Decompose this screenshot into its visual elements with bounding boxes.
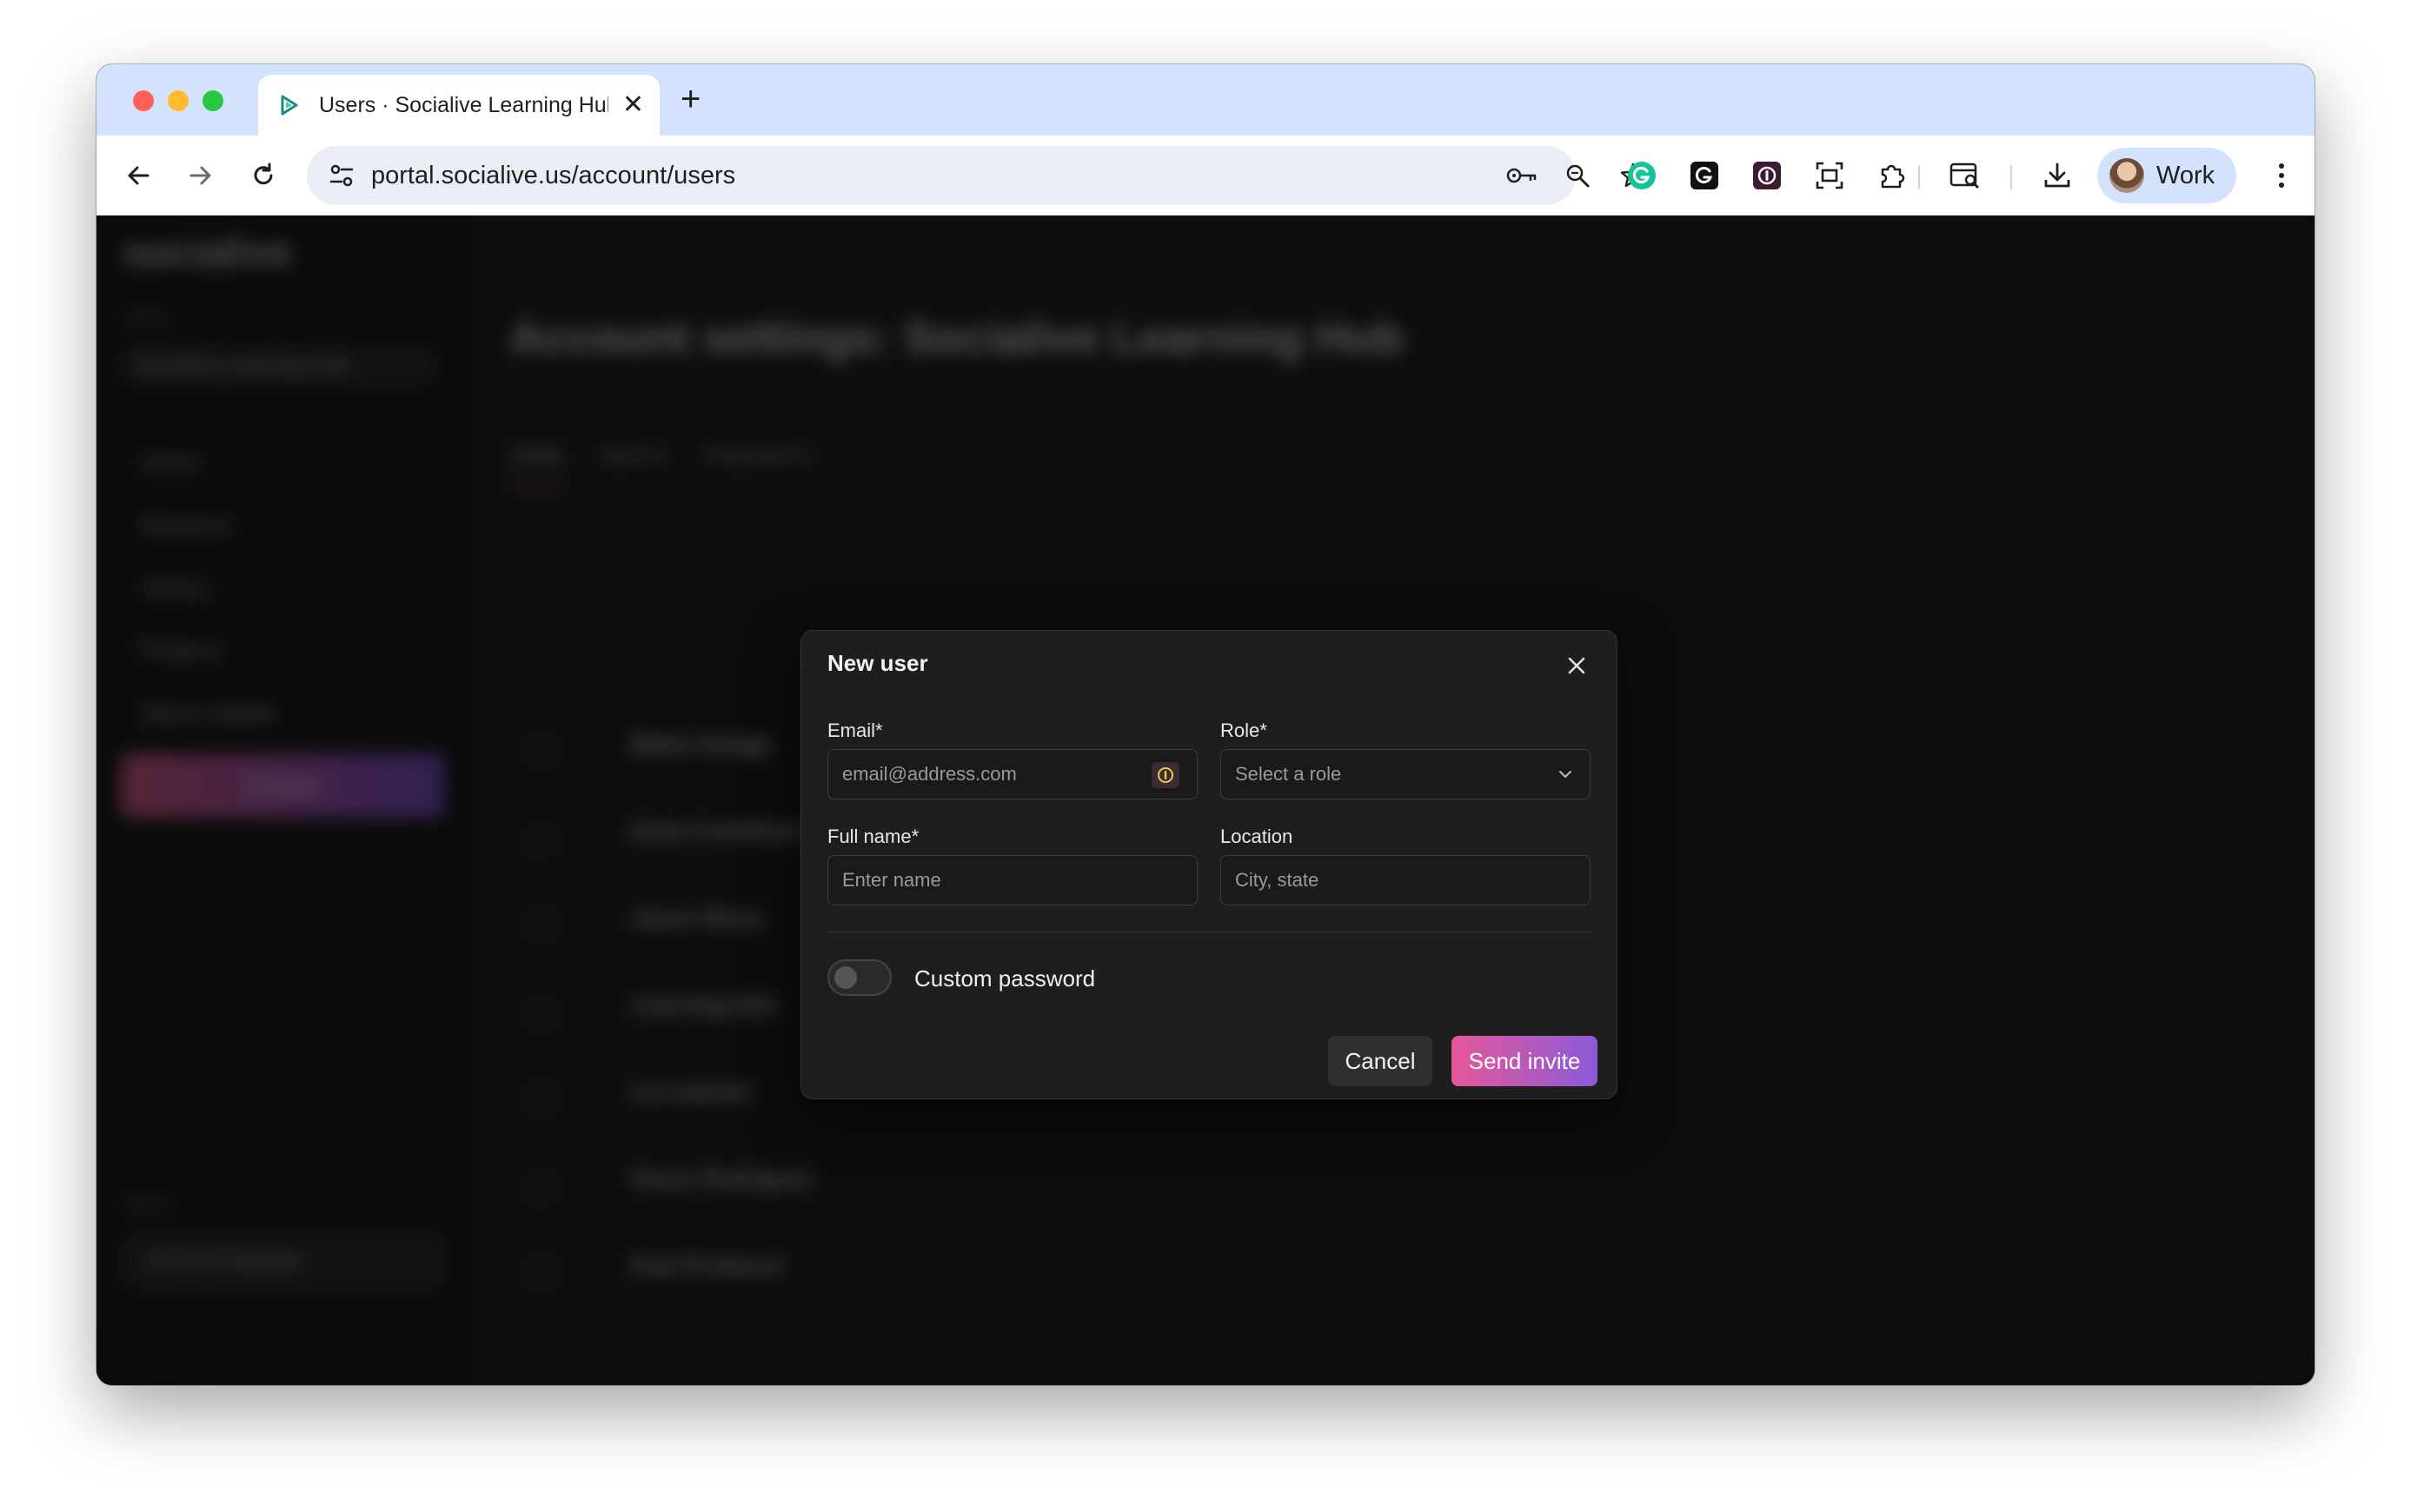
grammarly-go-extension-icon[interactable] bbox=[1685, 156, 1724, 195]
location-placeholder: City, state bbox=[1235, 869, 1319, 891]
screenshot-extension-icon[interactable] bbox=[1810, 156, 1849, 195]
minimize-window-button[interactable] bbox=[168, 90, 189, 111]
page-content: socialive Space Socialive Learning Hub H… bbox=[96, 216, 2315, 1385]
role-label: Role* bbox=[1220, 720, 1267, 741]
browser-menu-icon[interactable] bbox=[2262, 156, 2301, 195]
grammarly-extension-icon[interactable] bbox=[1623, 156, 1661, 195]
1password-extension-icon[interactable] bbox=[1748, 156, 1786, 195]
profile-avatar bbox=[2109, 158, 2144, 193]
close-window-button[interactable] bbox=[133, 90, 154, 111]
maximize-window-button[interactable] bbox=[203, 90, 223, 111]
toolbar-separator bbox=[2010, 165, 2012, 189]
email-field[interactable]: email@address.com bbox=[827, 749, 1198, 799]
browser-window: Users · Socialive Learning Hub ✕ + porta… bbox=[96, 64, 2315, 1385]
reload-icon[interactable] bbox=[244, 156, 282, 195]
back-icon[interactable] bbox=[119, 156, 157, 195]
custom-password-label: Custom password bbox=[914, 965, 1096, 991]
1password-autofill-icon[interactable] bbox=[1152, 762, 1179, 788]
browser-tab-active[interactable]: Users · Socialive Learning Hub ✕ bbox=[258, 75, 660, 136]
custom-password-toggle[interactable] bbox=[827, 959, 892, 996]
send-invite-button[interactable]: Send invite bbox=[1451, 1036, 1597, 1086]
tab-title: Users · Socialive Learning Hub bbox=[319, 92, 608, 117]
toggle-knob bbox=[834, 966, 857, 989]
close-tab-icon[interactable]: ✕ bbox=[622, 92, 644, 118]
toolbar-separator bbox=[1918, 165, 1920, 189]
password-key-icon[interactable] bbox=[1506, 160, 1538, 191]
address-bar[interactable]: portal.socialive.us/account/users bbox=[307, 146, 1646, 205]
role-select[interactable]: Select a role bbox=[1220, 749, 1591, 799]
profile-label: Work bbox=[2156, 161, 2215, 189]
fullname-placeholder: Enter name bbox=[842, 869, 941, 891]
dialog-title: New user bbox=[827, 650, 928, 676]
cancel-button[interactable]: Cancel bbox=[1328, 1036, 1432, 1086]
socialive-favicon-icon bbox=[281, 95, 298, 116]
email-placeholder: email@address.com bbox=[842, 763, 1017, 785]
tab-strip: Users · Socialive Learning Hub ✕ + bbox=[96, 64, 2315, 136]
tab-search-icon[interactable] bbox=[1946, 156, 1984, 195]
new-user-dialog: New user Email* email@address.com Role* … bbox=[800, 630, 1617, 1099]
site-settings-icon[interactable] bbox=[326, 160, 357, 191]
profile-chip[interactable]: Work bbox=[2097, 148, 2236, 203]
fullname-label: Full name* bbox=[827, 826, 920, 847]
fullname-field[interactable]: Enter name bbox=[827, 855, 1198, 905]
downloads-icon[interactable] bbox=[2038, 156, 2076, 195]
location-field[interactable]: City, state bbox=[1220, 855, 1591, 905]
chevron-down-icon bbox=[1559, 771, 1571, 778]
extensions-puzzle-icon[interactable] bbox=[1873, 156, 1911, 195]
zoom-icon[interactable] bbox=[1562, 160, 1593, 191]
browser-toolbar: portal.socialive.us/account/users Work bbox=[96, 136, 2315, 216]
forward-icon[interactable] bbox=[182, 156, 220, 195]
url-text: portal.socialive.us/account/users bbox=[371, 162, 736, 189]
close-icon[interactable] bbox=[1561, 650, 1592, 681]
email-label: Email* bbox=[827, 720, 883, 741]
role-placeholder: Select a role bbox=[1235, 763, 1342, 785]
new-tab-icon[interactable]: + bbox=[681, 82, 701, 116]
location-label: Location bbox=[1220, 826, 1293, 847]
